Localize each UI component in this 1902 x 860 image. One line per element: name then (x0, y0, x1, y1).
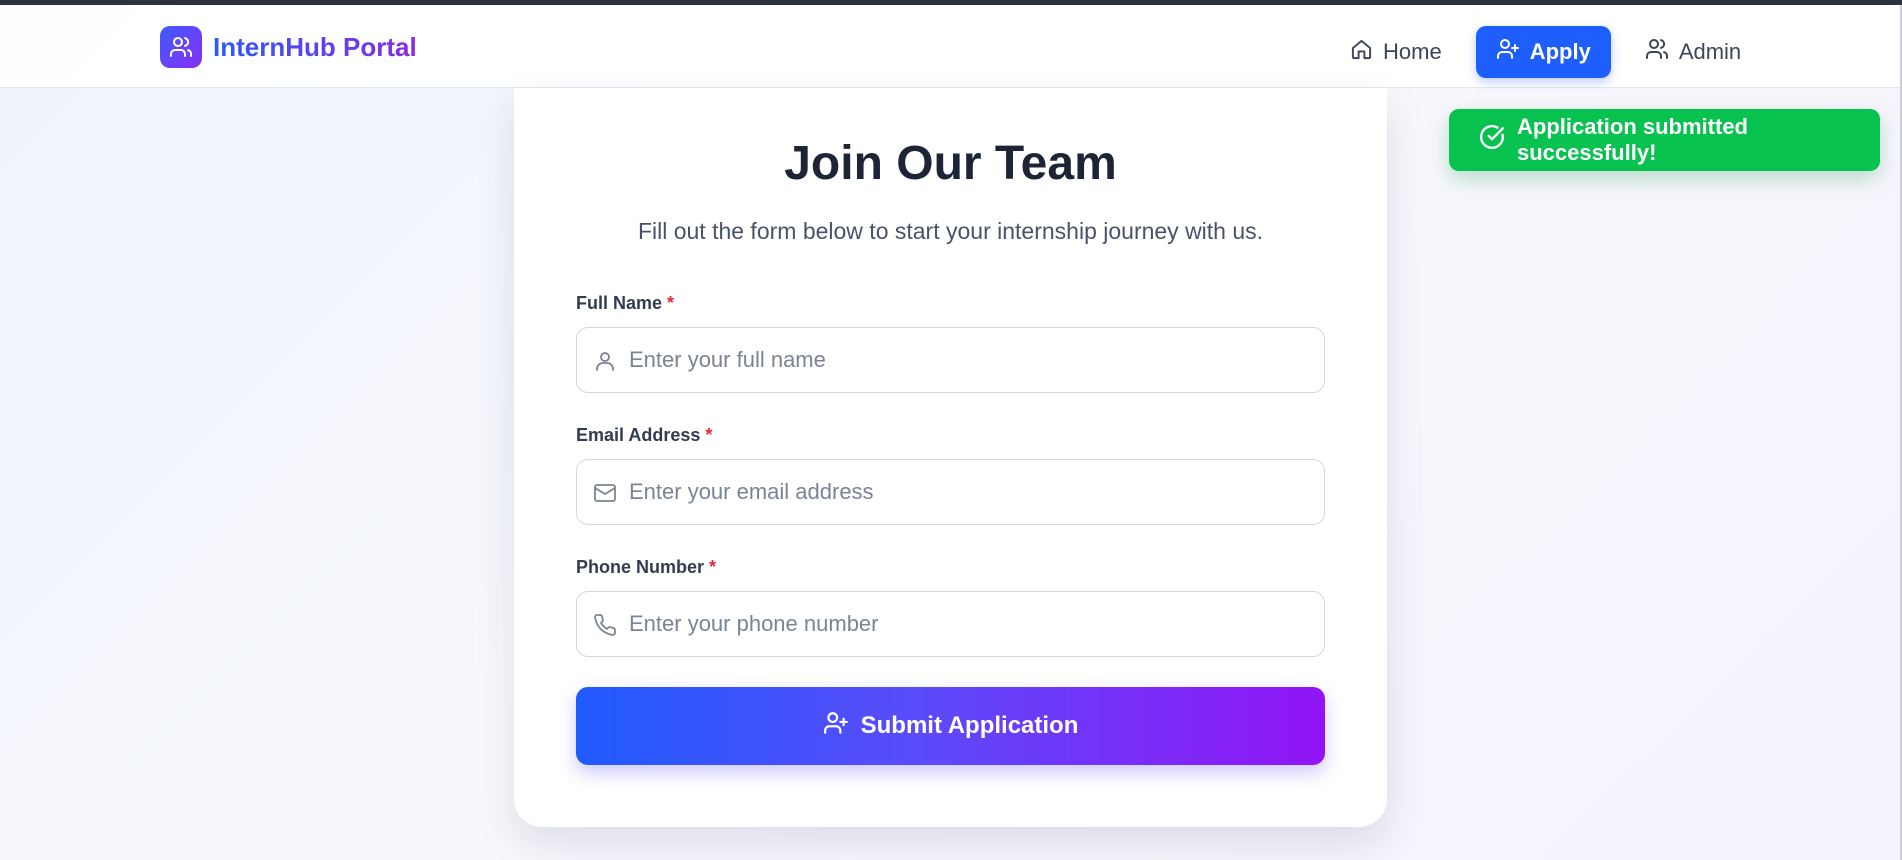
email-label-text: Email Address (576, 425, 701, 445)
brand[interactable]: InternHub Portal (160, 26, 417, 68)
phone-label: Phone Number * (576, 557, 716, 578)
phone-label-text: Phone Number (576, 557, 705, 577)
application-form-card: Join Our Team Fill out the form below to… (514, 88, 1387, 827)
main-nav: Home Apply Admin (1330, 26, 1761, 78)
submit-button-label: Submit Application (860, 712, 1079, 739)
form-title: Join Our Team (784, 137, 1117, 190)
required-marker: * (667, 293, 675, 313)
phone-field[interactable] (576, 591, 1325, 657)
phone-input[interactable] (629, 592, 1309, 655)
email-field[interactable] (576, 459, 1325, 525)
form-subtitle: Fill out the form below to start your in… (637, 218, 1264, 244)
home-icon (1350, 38, 1373, 67)
nav-home[interactable]: Home (1330, 26, 1462, 78)
required-marker: * (709, 557, 717, 577)
check-circle-icon (1479, 124, 1505, 156)
full-name-label-text: Full Name (576, 293, 663, 313)
full-name-field[interactable] (576, 327, 1325, 393)
submit-application-button[interactable]: Submit Application (576, 687, 1325, 765)
nav-admin-label: Admin (1678, 39, 1742, 64)
user-plus-icon (1496, 37, 1520, 67)
nav-home-label: Home (1383, 39, 1442, 64)
full-name-label: Full Name * (576, 293, 674, 314)
nav-admin[interactable]: Admin (1625, 26, 1761, 78)
users-icon (1645, 37, 1669, 67)
brand-name: InternHub Portal (213, 31, 417, 62)
navbar: InternHub Portal Home Apply Admin (0, 5, 1902, 88)
required-marker: * (705, 425, 713, 445)
toast-message: Application submitted successfully! (1517, 114, 1748, 165)
success-toast[interactable]: Application submitted successfully! (1449, 109, 1880, 171)
user-plus-icon (823, 710, 849, 743)
full-name-input[interactable] (629, 328, 1309, 391)
nav-apply[interactable]: Apply (1475, 26, 1611, 78)
email-input[interactable] (629, 460, 1309, 523)
nav-apply-label: Apply (1529, 39, 1591, 64)
users-icon (160, 26, 202, 68)
email-label: Email Address * (576, 425, 712, 446)
